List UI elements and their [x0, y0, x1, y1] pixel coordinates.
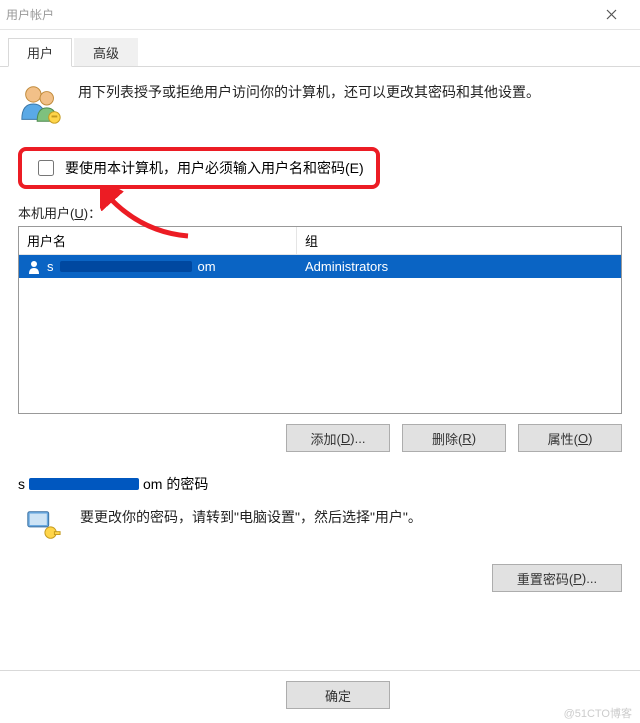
- row-user-prefix: s: [47, 259, 54, 274]
- close-icon: [606, 9, 617, 20]
- pw-user-prefix: s: [18, 476, 25, 492]
- close-button[interactable]: [589, 0, 634, 30]
- redacted-username: [60, 261, 192, 272]
- row-user-suffix: om: [198, 259, 216, 274]
- user-list[interactable]: 用户名 组 s om Administrators: [18, 226, 622, 414]
- require-login-row[interactable]: 要使用本计算机，用户必须输入用户名和密码(E): [34, 157, 364, 179]
- col-header-group[interactable]: 组: [297, 227, 621, 254]
- watermark: @51CTO博客: [564, 705, 632, 721]
- redacted-pw-user: [29, 478, 139, 490]
- user-row-icon: [27, 260, 41, 274]
- dialog-footer: 确定: [0, 670, 640, 719]
- window-title: 用户帐户: [6, 6, 589, 23]
- pw-user-suffix: om 的密码: [143, 474, 208, 494]
- table-row[interactable]: s om Administrators: [19, 255, 621, 278]
- ok-button[interactable]: 确定: [286, 681, 390, 709]
- reset-row: 重置密码(P)...: [18, 564, 622, 592]
- titlebar: 用户帐户: [0, 0, 640, 30]
- password-section-label: s om 的密码: [18, 474, 622, 494]
- local-users-label: 本机用户(U)：: [18, 203, 622, 222]
- key-icon: [24, 506, 62, 544]
- reset-password-button[interactable]: 重置密码(P)...: [492, 564, 622, 592]
- user-list-header: 用户名 组: [19, 227, 621, 255]
- intro-text: 用下列表授予或拒绝用户访问你的计算机，还可以更改其密码和其他设置。: [78, 81, 540, 127]
- tab-advanced[interactable]: 高级: [74, 38, 138, 66]
- require-login-label: 要使用本计算机，用户必须输入用户名和密码(E): [65, 158, 364, 178]
- tab-strip: 用户 高级: [0, 30, 640, 67]
- add-button[interactable]: 添加(D)...: [286, 424, 390, 452]
- row-group: Administrators: [297, 255, 396, 278]
- properties-button[interactable]: 属性(O): [518, 424, 622, 452]
- tab-user[interactable]: 用户: [8, 38, 72, 67]
- require-login-highlight: 要使用本计算机，用户必须输入用户名和密码(E): [18, 147, 380, 189]
- users-icon: [18, 81, 64, 127]
- col-header-user[interactable]: 用户名: [19, 227, 297, 254]
- password-info-text: 要更改你的密码，请转到"电脑设置"，然后选择"用户"。: [80, 506, 422, 528]
- require-login-checkbox[interactable]: [38, 160, 54, 176]
- list-buttons: 添加(D)... 删除(R) 属性(O): [18, 424, 622, 452]
- remove-button[interactable]: 删除(R): [402, 424, 506, 452]
- intro-row: 用下列表授予或拒绝用户访问你的计算机，还可以更改其密码和其他设置。: [18, 81, 622, 127]
- tab-content: 用下列表授予或拒绝用户访问你的计算机，还可以更改其密码和其他设置。 要使用本计算…: [0, 67, 640, 592]
- password-info-row: 要更改你的密码，请转到"电脑设置"，然后选择"用户"。: [18, 502, 622, 544]
